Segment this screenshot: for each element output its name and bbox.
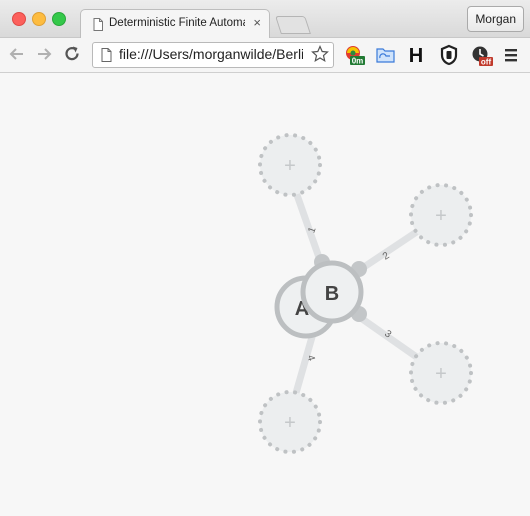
address-bar[interactable]: file:///Users/morganwilde/Berlin/dfa/ind… [92, 42, 334, 68]
title-bar: Deterministic Finite Automata × Morgan [0, 0, 530, 38]
folder-extension-icon[interactable] [375, 44, 397, 66]
new-state-placeholder-1[interactable]: + [258, 133, 322, 197]
minimize-window-button[interactable] [32, 12, 46, 26]
page-icon [93, 18, 103, 31]
clock-extension-icon[interactable]: off [470, 44, 493, 67]
new-state-placeholder-2[interactable]: + [409, 183, 473, 247]
h-extension-icon[interactable]: H [405, 44, 427, 67]
timer-badge: 0m [352, 57, 364, 66]
profile-button[interactable]: Morgan [467, 6, 524, 32]
tab-close-icon[interactable]: × [253, 15, 261, 30]
close-window-button[interactable] [12, 12, 26, 26]
new-state-placeholder-4[interactable]: + [258, 390, 322, 454]
page-icon [101, 48, 112, 62]
dfa-diagram[interactable]: 1 2 3 4 + + + + A B [0, 73, 530, 516]
back-arrow-icon[interactable] [7, 44, 27, 64]
reload-icon[interactable] [62, 44, 82, 64]
url-text[interactable]: file:///Users/morganwilde/Berlin/dfa/ind… [119, 46, 303, 62]
h-extension-label: H [409, 45, 423, 66]
state-b-label: B [325, 283, 339, 305]
forward-arrow-icon[interactable] [34, 44, 54, 64]
timer-extension-icon[interactable]: 0m [344, 44, 366, 66]
add-icon: + [435, 363, 447, 385]
shield-extension-icon[interactable] [438, 44, 460, 66]
toolbar: file:///Users/morganwilde/Berlin/dfa/ind… [0, 38, 530, 73]
state-b[interactable]: B [300, 254, 367, 324]
clock-badge: off [481, 58, 492, 67]
tab-active[interactable]: Deterministic Finite Automata × [80, 9, 270, 38]
bookmark-star-icon[interactable] [311, 45, 329, 63]
browser-window: Deterministic Finite Automata × Morgan f… [0, 0, 530, 516]
transition-edge-2[interactable] [354, 227, 422, 275]
add-icon: + [284, 155, 296, 177]
add-icon: + [435, 205, 447, 227]
add-icon: + [284, 412, 296, 434]
maximize-window-button[interactable] [52, 12, 66, 26]
tab-title: Deterministic Finite Automata [109, 17, 245, 29]
new-tab-button[interactable] [275, 16, 311, 34]
menu-icon[interactable] [502, 44, 524, 66]
dfa-canvas[interactable]: 1 2 3 4 + + + + A B [0, 73, 530, 516]
new-state-placeholder-3[interactable]: + [409, 341, 473, 405]
